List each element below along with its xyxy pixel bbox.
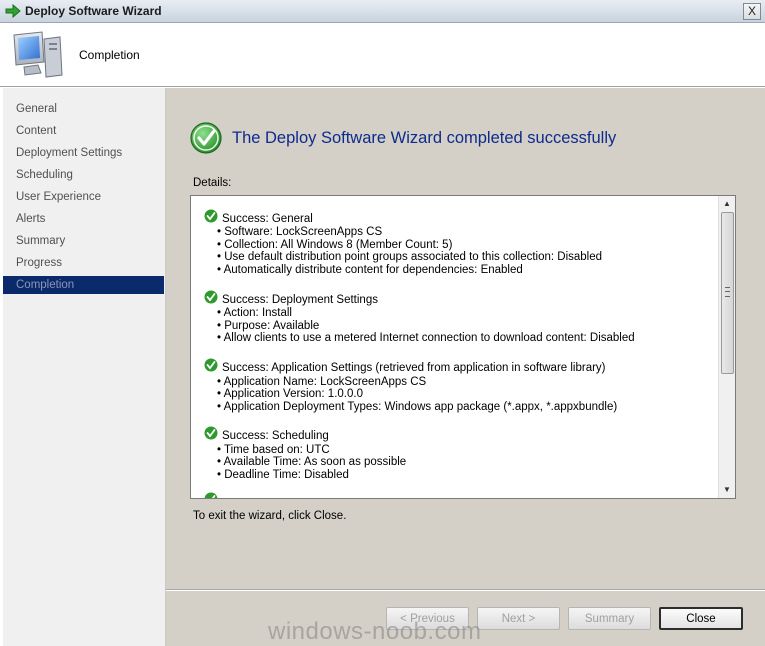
next-button[interactable]: Next > [477, 607, 560, 630]
vertical-scrollbar[interactable]: ▲ ▼ [718, 196, 735, 498]
scrollbar-thumb[interactable] [721, 212, 734, 374]
success-check-icon [204, 426, 218, 440]
exit-instruction: To exit the wizard, click Close. [193, 510, 347, 522]
nav-item-progress[interactable]: Progress [3, 254, 164, 272]
watermark-text: windows-noob.com [268, 618, 482, 645]
scroll-down-arrow-icon[interactable]: ▼ [719, 482, 735, 498]
list-item: • Available Time: As soon as possible [217, 456, 407, 468]
nav-item-user-experience[interactable]: User Experience [3, 188, 164, 206]
section-title: Success: Application Settings (retrieved… [222, 362, 606, 374]
list-item: • Automatically distribute content for d… [217, 264, 523, 276]
success-check-icon [204, 492, 218, 498]
nav-item-summary[interactable]: Summary [3, 232, 164, 250]
nav-item-scheduling[interactable]: Scheduling [3, 166, 164, 184]
divider [166, 589, 765, 591]
success-check-icon [204, 358, 218, 372]
scroll-up-arrow-icon[interactable]: ▲ [719, 196, 735, 212]
section-title: Success: Scheduling [222, 430, 329, 442]
list-item: • Allow clients to use a metered Interne… [217, 332, 635, 344]
green-arrow-icon [5, 4, 21, 18]
success-check-icon [190, 122, 222, 154]
details-panel[interactable]: Success: General • Software: LockScreenA… [190, 195, 736, 499]
section-title: Success: General [222, 213, 313, 225]
nav-item-content[interactable]: Content [3, 122, 164, 140]
window-title: Deploy Software Wizard [25, 4, 162, 18]
list-item: • Application Deployment Types: Windows … [217, 401, 618, 413]
list-item: • Action: Install [217, 307, 292, 319]
nav-item-general[interactable]: General [3, 100, 164, 118]
completion-heading: The Deploy Software Wizard completed suc… [232, 129, 617, 147]
nav-item-alerts[interactable]: Alerts [3, 210, 164, 228]
section-title: Success: Deployment Settings [222, 294, 378, 306]
success-check-icon [204, 290, 218, 304]
list-item: • Use default distribution point groups … [217, 251, 603, 263]
list-item: • Application Version: 1.0.0.0 [217, 388, 363, 400]
computer-icon [13, 31, 63, 78]
close-window-button[interactable]: X [743, 3, 761, 20]
list-item: • Software: LockScreenApps CS [217, 226, 383, 238]
summary-button[interactable]: Summary [568, 607, 651, 630]
nav-item-completion[interactable]: Completion [3, 276, 164, 294]
details-label: Details: [193, 177, 232, 189]
grip-icon [725, 287, 730, 297]
success-check-icon [204, 209, 218, 223]
list-item: • Purpose: Available [217, 320, 320, 332]
list-item: • Time based on: UTC [217, 444, 330, 456]
list-item: • Collection: All Windows 8 (Member Coun… [217, 239, 453, 251]
list-item: • Application Name: LockScreenApps CS [217, 376, 427, 388]
list-item: • Deadline Time: Disabled [217, 469, 349, 481]
page-title: Completion [79, 48, 140, 62]
close-button[interactable]: Close [659, 607, 743, 630]
nav-item-deployment-settings[interactable]: Deployment Settings [3, 144, 164, 162]
wizard-nav: General Content Deployment Settings Sche… [3, 88, 166, 646]
